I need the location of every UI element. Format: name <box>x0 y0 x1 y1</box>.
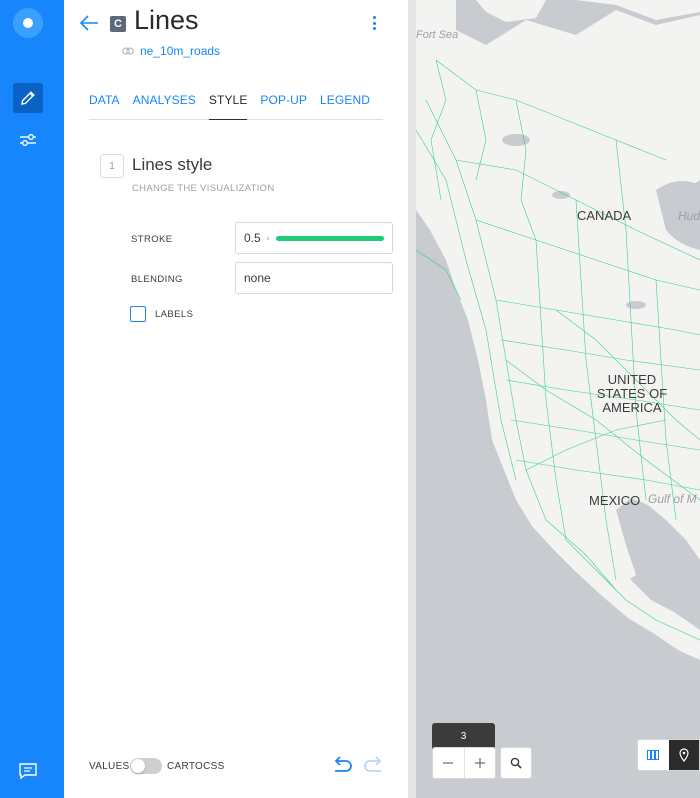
stroke-divider <box>267 237 269 240</box>
map-label-gulf: Gulf of M <box>648 492 697 506</box>
undo-icon[interactable] <box>330 756 354 776</box>
zoom-out-button[interactable] <box>433 748 464 778</box>
step-number: 1 <box>100 154 124 178</box>
map-view-button[interactable] <box>668 740 699 770</box>
map-label-usa: UNITED STATES OF AMERICA <box>596 372 668 415</box>
map-canvas[interactable]: Fort Sea CANADA Hud UNITED STATES OF AME… <box>416 0 700 798</box>
nav-rail <box>0 0 64 798</box>
feedback-chat-icon[interactable] <box>18 762 38 780</box>
cartocss-label: CARTOCSS <box>167 761 225 772</box>
stroke-label: STROKE <box>131 234 173 245</box>
search-icon <box>510 757 522 769</box>
labels-checkbox-label: LABELS <box>155 309 194 320</box>
stroke-field[interactable]: 0.5 <box>235 222 393 254</box>
layer-options-menu-icon[interactable] <box>366 14 382 32</box>
tab-pop-up[interactable]: POP-UP <box>260 92 307 120</box>
zoom-controls <box>432 747 496 779</box>
blending-select[interactable]: none <box>235 262 393 294</box>
redo-icon[interactable] <box>362 756 386 776</box>
zoom-in-button[interactable] <box>463 748 495 778</box>
minus-icon <box>443 762 454 764</box>
edit-pencil-icon[interactable] <box>13 83 43 113</box>
tab-legend[interactable]: LEGEND <box>320 92 370 120</box>
map-label-mexico: MEXICO <box>589 493 641 508</box>
tab-style[interactable]: STYLE <box>208 92 248 120</box>
layer-panel: C Lines ne_10m_roads DATA ANALYSES STYLE… <box>64 0 408 798</box>
labels-checkbox[interactable] <box>130 306 146 322</box>
stroke-value: 0.5 <box>244 231 261 245</box>
map-view-toggle <box>637 739 700 771</box>
back-arrow-icon[interactable] <box>78 12 100 34</box>
map-label-sea: Fort Sea <box>416 29 459 41</box>
blending-label: BLENDING <box>131 274 183 285</box>
tab-data[interactable]: DATA <box>89 92 120 120</box>
tab-analyses[interactable]: ANALYSES <box>133 92 196 120</box>
carto-logo[interactable] <box>13 8 43 38</box>
values-cartocss-toggle[interactable] <box>130 758 162 774</box>
map-label-canada: CANADA <box>577 208 632 223</box>
panel-resize-divider[interactable] <box>408 0 416 798</box>
link-icon <box>122 47 134 55</box>
filters-sliders-icon[interactable] <box>13 125 43 155</box>
columns-icon <box>647 750 660 760</box>
layer-title[interactable]: Lines <box>134 5 199 36</box>
stroke-color-swatch[interactable] <box>276 236 384 241</box>
table-view-button[interactable] <box>638 740 669 770</box>
zoom-level-indicator: 3 <box>432 723 495 749</box>
map-search-button[interactable] <box>500 747 532 779</box>
map-pin-icon <box>679 748 689 762</box>
layer-tabs: DATA ANALYSES STYLE POP-UP LEGEND <box>89 92 383 120</box>
values-label: VALUES <box>89 761 130 772</box>
section-subtitle: CHANGE THE VISUALIZATION <box>132 183 275 194</box>
plus-icon <box>474 758 485 768</box>
layer-letter-badge: C <box>110 16 126 32</box>
layer-source: ne_10m_roads <box>122 44 220 58</box>
section-title: Lines style <box>132 155 213 174</box>
source-dataset-link[interactable]: ne_10m_roads <box>140 44 220 58</box>
map-label-hudson: Hud <box>678 209 700 223</box>
blending-value: none <box>244 271 271 285</box>
